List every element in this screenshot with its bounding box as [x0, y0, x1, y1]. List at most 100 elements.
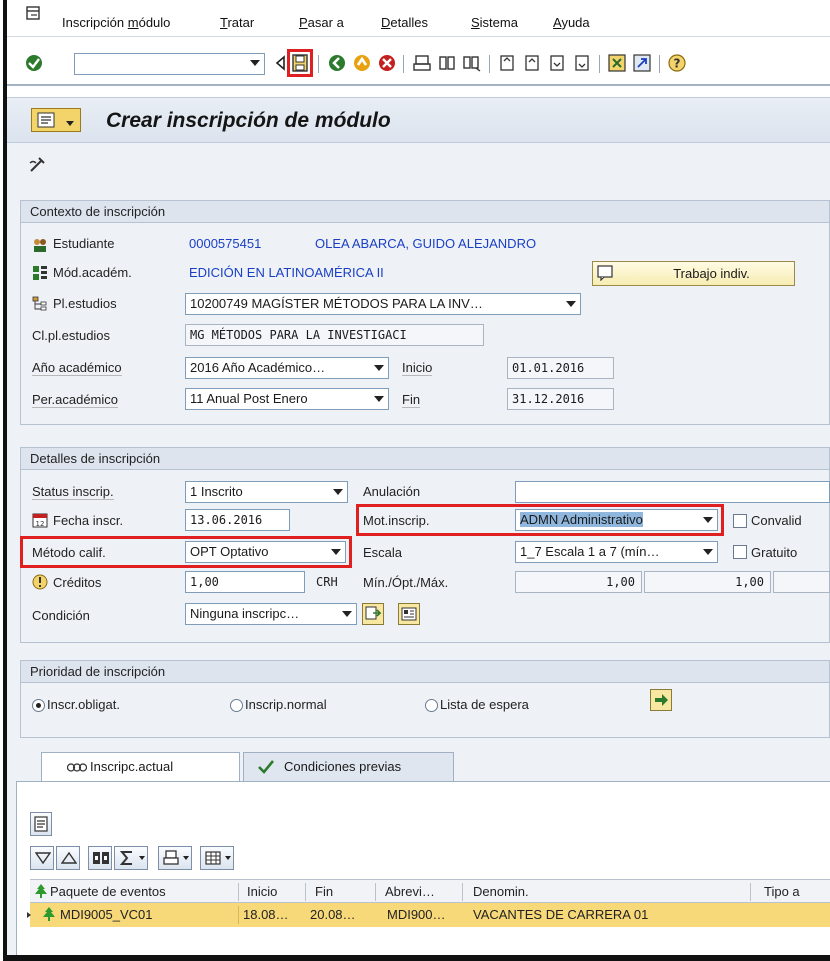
condition-overview-button[interactable]: [398, 603, 420, 625]
toolbar-separator: [403, 55, 404, 73]
menu-inscripcion-modulo[interactable]: Inscripción módulo: [62, 15, 170, 30]
chevron-down-icon[interactable]: [374, 365, 384, 371]
events-icon: [67, 763, 87, 772]
menu-list-icon: [37, 112, 55, 128]
start-label: Inicio: [402, 360, 433, 376]
individual-work-button[interactable]: Trabajo indiv.: [592, 261, 795, 286]
table-row[interactable]: MDI9005_VC01 18.08… 20.08… MDI900… VACAN…: [27, 903, 830, 927]
display-change-icon[interactable]: [27, 155, 47, 175]
command-field[interactable]: [74, 53, 265, 75]
find-icon[interactable]: [437, 53, 457, 73]
menu-detalles[interactable]: Detalles: [381, 15, 428, 30]
year-select[interactable]: 2016 Año Académico…: [185, 357, 389, 379]
back-icon[interactable]: [327, 53, 347, 73]
col-header-abbr[interactable]: Abrevi…: [385, 884, 435, 899]
exit-icon[interactable]: [352, 53, 372, 73]
triangle-down-icon: [35, 852, 51, 865]
col-header-start[interactable]: Inicio: [247, 884, 277, 899]
last-page-icon[interactable]: [572, 53, 592, 73]
chevron-down-icon[interactable]: [566, 301, 576, 307]
normal-radio[interactable]: [230, 699, 243, 712]
priority-execute-button[interactable]: [650, 689, 672, 711]
study-plan-icon: [32, 296, 47, 311]
first-page-icon[interactable]: [497, 53, 517, 73]
previous-page-icon[interactable]: [522, 53, 542, 73]
column-separator: [238, 906, 239, 924]
shortcut-icon[interactable]: [632, 53, 652, 73]
chevron-down-icon[interactable]: [374, 396, 384, 402]
find-button[interactable]: [88, 846, 112, 870]
menu-toggle-icon[interactable]: [26, 6, 40, 20]
sum-button[interactable]: [114, 846, 148, 870]
chevron-down-icon[interactable]: [703, 517, 713, 523]
help-icon[interactable]: ?: [667, 53, 687, 73]
col-header-type[interactable]: Tipo a: [764, 884, 800, 899]
chevron-down-icon[interactable]: [331, 549, 341, 555]
create-session-icon[interactable]: [607, 53, 627, 73]
chevron-down-icon[interactable]: [333, 489, 343, 495]
check-icon[interactable]: [24, 53, 44, 73]
sort-ascending-button[interactable]: [56, 846, 80, 870]
credits-icon: [32, 574, 48, 590]
tab-prerequisites[interactable]: Condiciones previas: [243, 752, 454, 781]
cancel-icon[interactable]: [377, 53, 397, 73]
menu-pasar-a[interactable]: Pasar a: [299, 15, 344, 30]
end-date-field: 31.12.2016: [507, 388, 614, 410]
menu-tratar[interactable]: Tratar: [220, 15, 254, 30]
free-label: Gratuito: [751, 545, 798, 560]
toolbar-separator: [599, 55, 600, 73]
toolbar-separator: [318, 55, 319, 73]
chevron-down-icon[interactable]: [342, 611, 352, 617]
tab-current-enrollment[interactable]: Inscripc.actual: [41, 752, 240, 781]
expand-row-icon[interactable]: [27, 912, 31, 918]
standard-toolbar: ?: [7, 38, 830, 86]
chevron-down-icon: [66, 121, 74, 126]
status-select[interactable]: 1 Inscrito: [185, 481, 348, 503]
col-header-package[interactable]: Paquete de eventos: [50, 884, 166, 899]
menu-sistema[interactable]: Sistema: [471, 15, 518, 30]
layout-grid-icon: [205, 851, 221, 865]
detail-view-button[interactable]: [30, 812, 52, 836]
condition-select[interactable]: Ninguna inscripc…: [185, 603, 357, 625]
class-label: Cl.pl.estudios: [32, 328, 111, 343]
waitlist-radio[interactable]: [425, 699, 438, 712]
next-page-icon[interactable]: [547, 53, 567, 73]
event-package-icon: [43, 907, 55, 921]
reason-select[interactable]: ADMN Administrativo: [515, 509, 718, 531]
period-select[interactable]: 11 Anual Post Enero: [185, 388, 389, 410]
save-icon[interactable]: [290, 53, 310, 73]
col-header-name[interactable]: Denomin.: [473, 884, 529, 899]
condition-detail-button[interactable]: [362, 603, 384, 625]
chevron-down-icon[interactable]: [703, 549, 713, 555]
document-icon: [597, 265, 613, 281]
module-value[interactable]: EDICIÓN EN LATINOAMÉRICA II: [189, 265, 384, 280]
free-checkbox[interactable]: [733, 545, 747, 559]
menu-bar: Inscripción módulo Tratar Pasar a Detall…: [7, 0, 830, 37]
convalid-checkbox[interactable]: [733, 514, 747, 528]
plan-select[interactable]: 10200749 MAGÍSTER MÉTODOS PARA LA INV…: [185, 293, 581, 315]
enrollment-date-field[interactable]: 13.06.2016: [185, 509, 290, 531]
student-id[interactable]: 0000575451: [189, 236, 261, 251]
print-button[interactable]: [158, 846, 192, 870]
scale-select[interactable]: 1_7 Escala 1 a 7 (mín…: [515, 541, 718, 563]
sort-descending-button[interactable]: [30, 846, 54, 870]
menu-ayuda[interactable]: Ayuda: [553, 15, 590, 30]
menu-list-button[interactable]: [31, 108, 81, 132]
chevron-down-icon[interactable]: [250, 60, 260, 66]
col-header-end[interactable]: Fin: [315, 884, 333, 899]
cell-name: VACANTES DE CARRERA 01: [473, 907, 649, 922]
cancel-reason-field[interactable]: [515, 481, 830, 503]
min-credits-field: 1,00: [515, 571, 642, 593]
method-select[interactable]: OPT Optativo: [185, 541, 346, 563]
layout-button[interactable]: [200, 846, 234, 870]
student-name[interactable]: OLEA ABARCA, GUIDO ALEJANDRO: [315, 236, 536, 251]
column-separator: [750, 883, 751, 901]
window-frame-bottom: [3, 955, 830, 961]
credits-field[interactable]: 1,00: [185, 571, 305, 593]
mandatory-radio-label: Inscr.obligat.: [47, 697, 120, 712]
grid-header: Paquete de eventos Inicio Fin Abrevi… De…: [30, 879, 830, 903]
overview-icon: [401, 607, 417, 621]
print-icon[interactable]: [412, 53, 432, 73]
mandatory-radio[interactable]: [32, 699, 45, 712]
find-next-icon[interactable]: [462, 53, 482, 73]
